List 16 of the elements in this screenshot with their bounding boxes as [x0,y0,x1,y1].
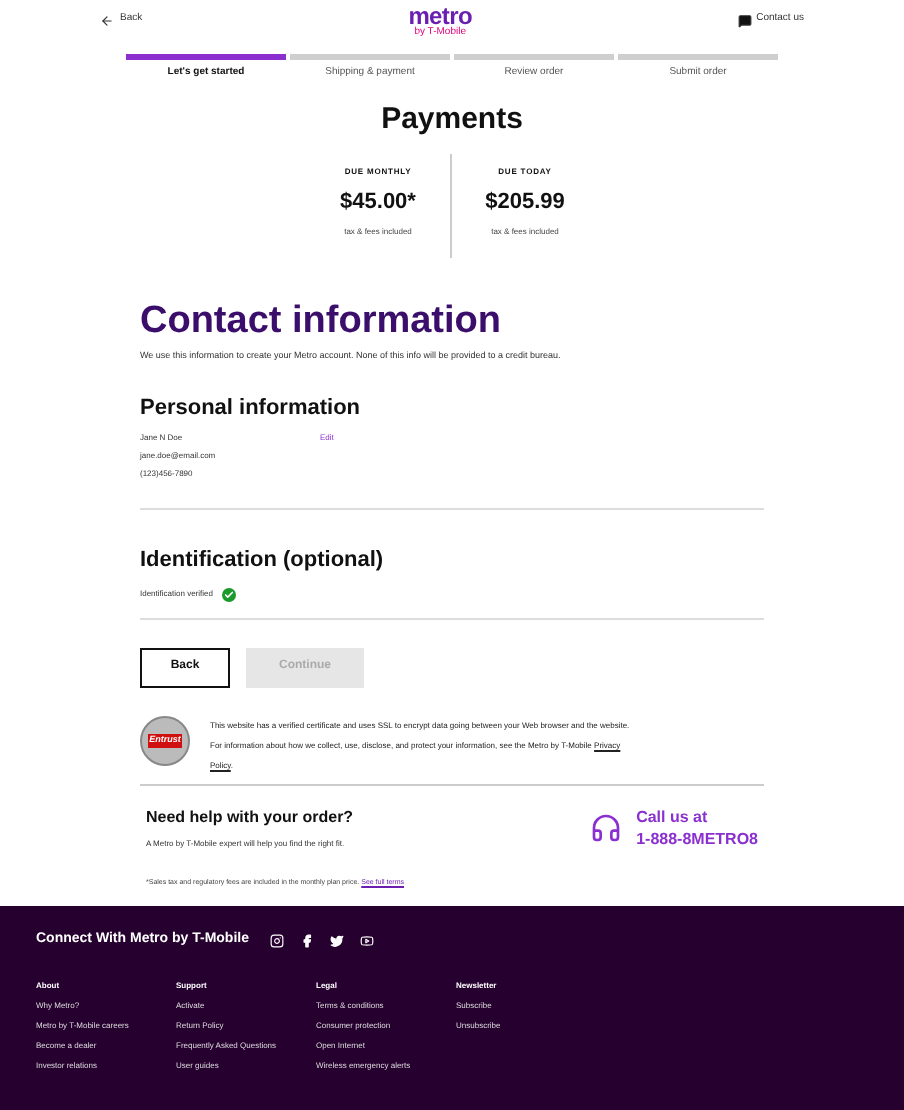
personal-heading: Personal information [140,393,363,424]
youtube-icon[interactable] [359,933,373,948]
back-arrow-icon [100,13,114,27]
logo: metro [408,3,473,27]
headset-icon [590,811,623,844]
instagram-icon[interactable] [269,933,283,948]
chat-icon [738,13,753,27]
help-heading: Need help with your order? [146,805,354,830]
due-amount: $45.00* [340,188,416,218]
twitter-icon[interactable] [329,933,343,948]
call-link[interactable]: Call us at 1-888-8METRO8 [636,805,758,850]
identification-heading: Identification (optional) [140,546,386,577]
due-amount: $205.99 [485,188,565,218]
facebook-icon[interactable] [299,933,313,948]
payments-title: Payments [379,99,525,139]
contact-heading: Contact information [140,302,503,340]
